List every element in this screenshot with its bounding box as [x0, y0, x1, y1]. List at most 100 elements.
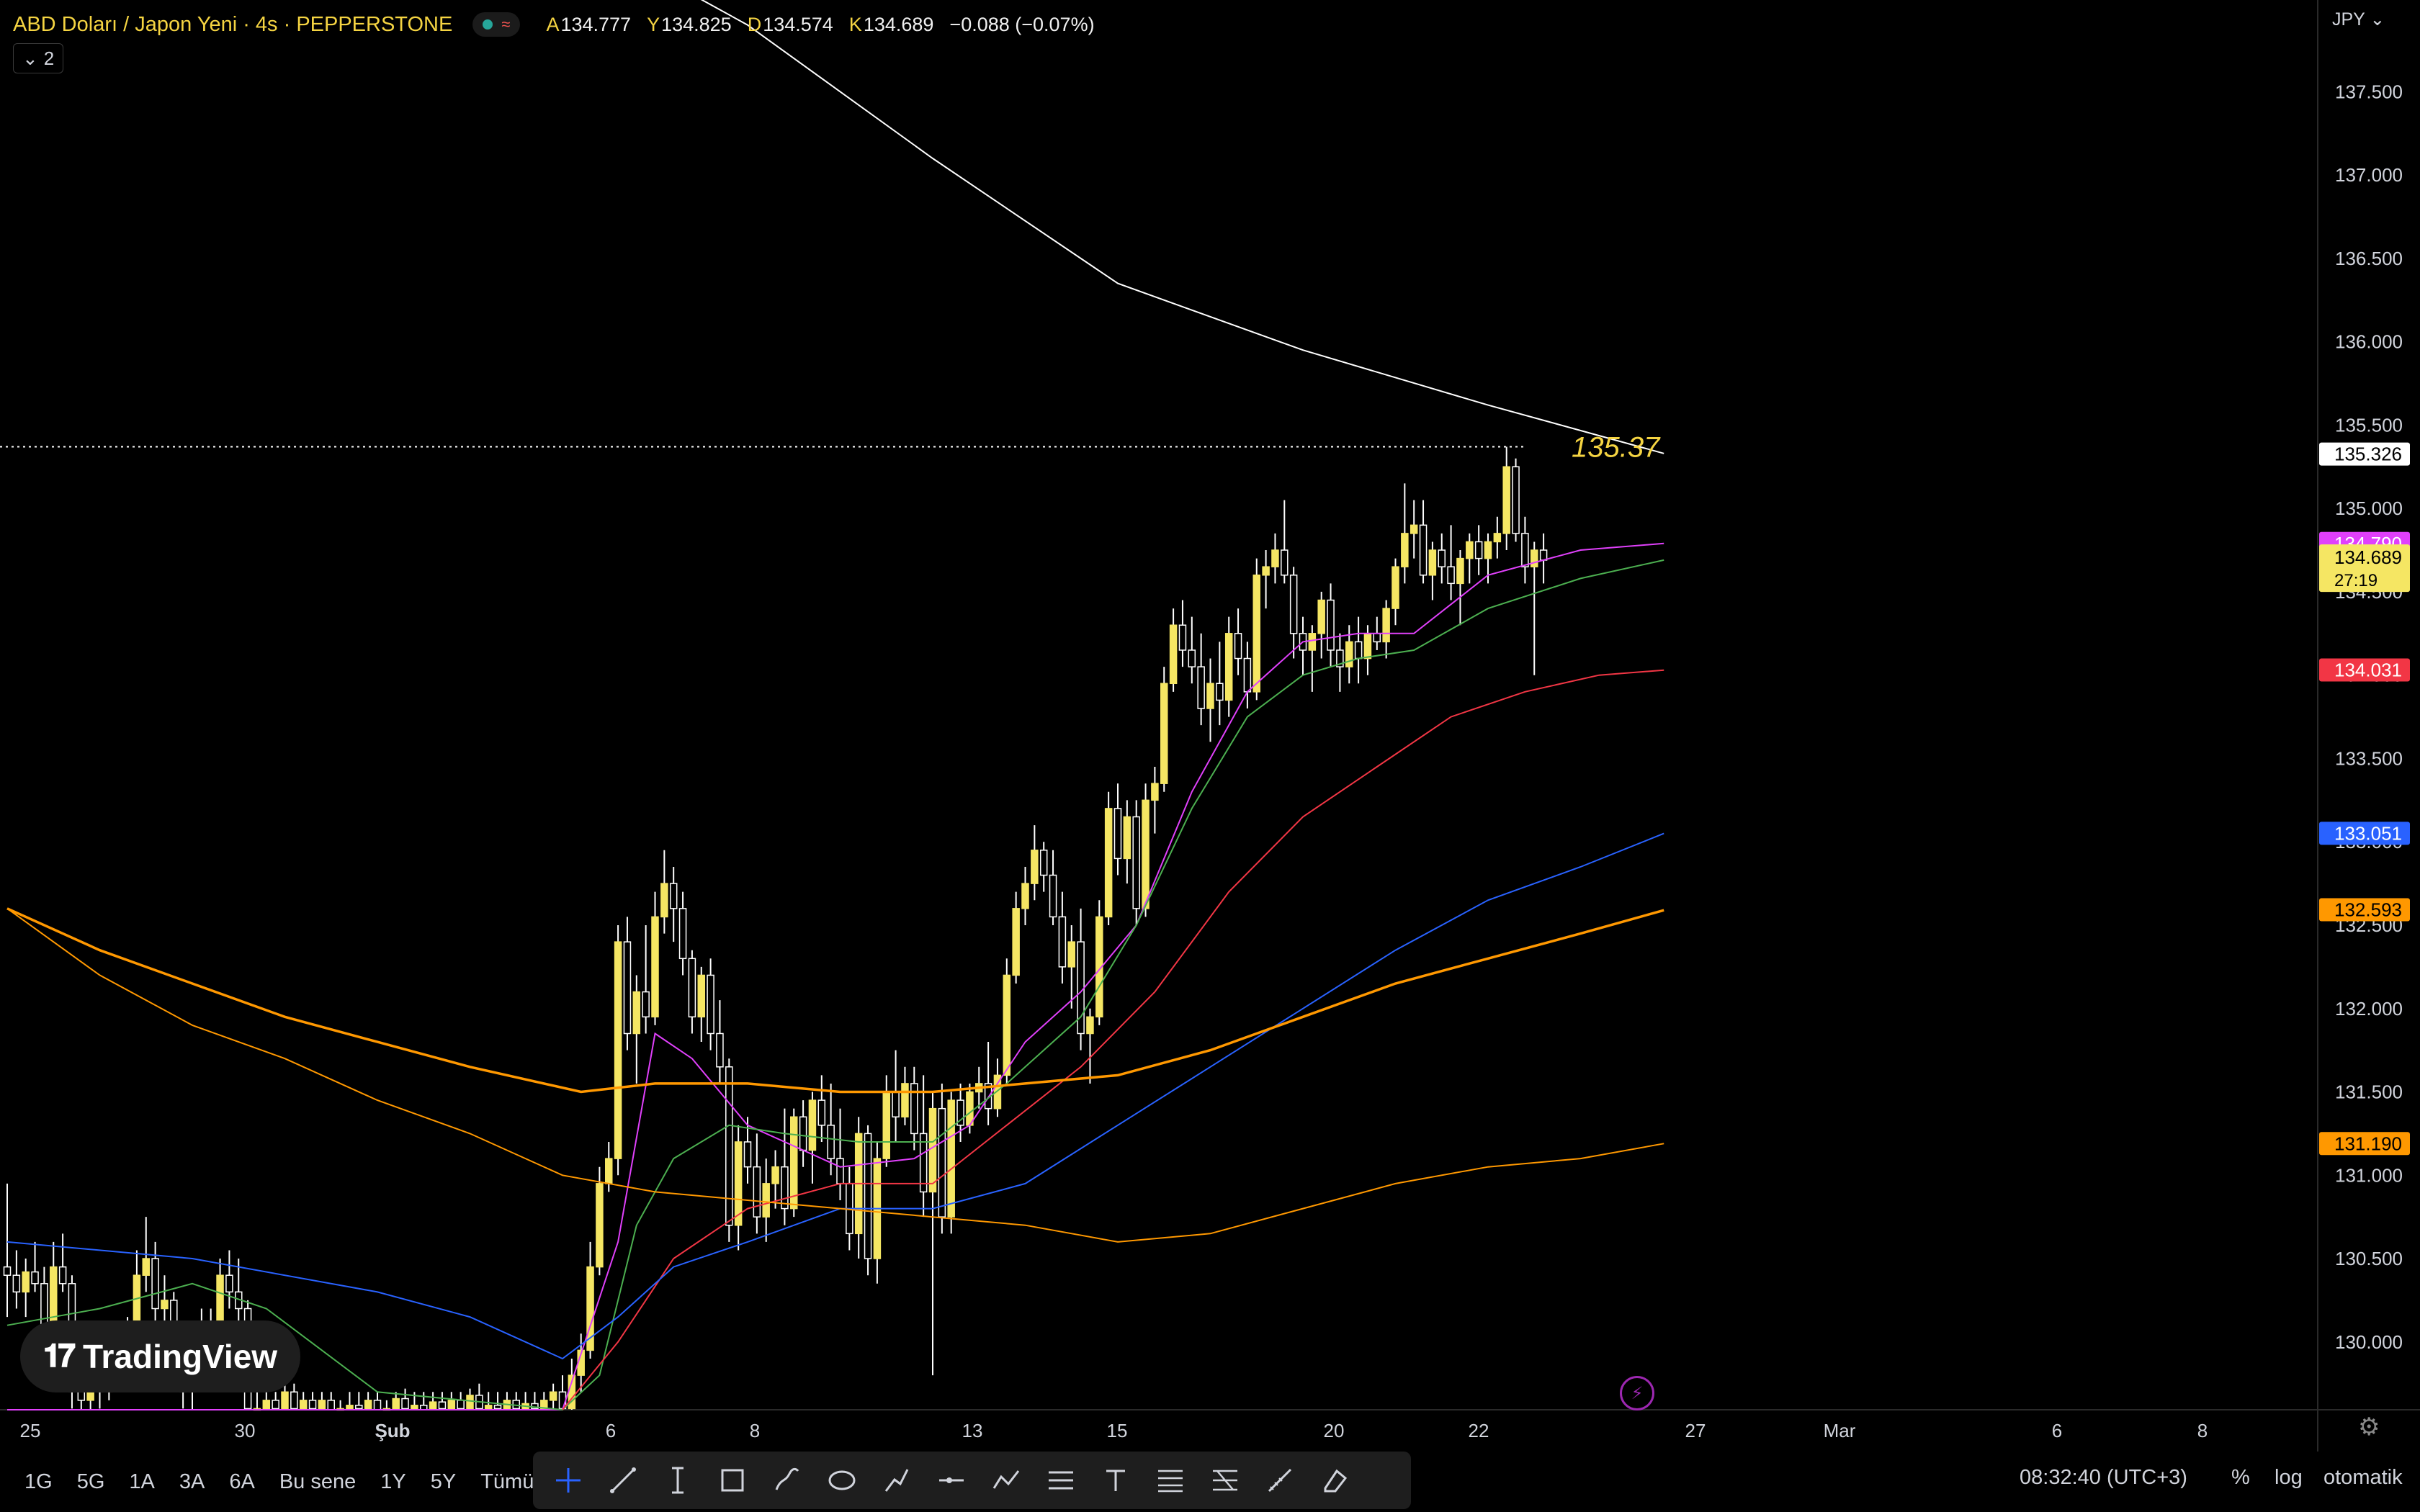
range-button-tümü[interactable]: Tümü	[480, 1470, 534, 1494]
price-tick-label: 135.000	[2335, 498, 2403, 519]
candle-body	[1113, 808, 1122, 860]
indicators-toggle[interactable]: ⌄ 2	[13, 43, 64, 73]
candle-body	[1104, 808, 1113, 918]
bolt-icon[interactable]: ⚡	[1620, 1376, 1654, 1410]
candle-body	[771, 1166, 779, 1184]
candle-body	[1345, 641, 1353, 667]
candle-body	[1531, 549, 1538, 567]
brush-icon[interactable]	[762, 1459, 812, 1502]
polyline-icon[interactable]	[981, 1459, 1031, 1502]
time-tick-label: 8	[2197, 1420, 2208, 1441]
candle-body	[1289, 575, 1298, 634]
range-button-5g[interactable]: 5G	[77, 1470, 105, 1494]
candle-body	[142, 1258, 150, 1276]
percent-toggle[interactable]: %	[2231, 1466, 2250, 1490]
candle-body	[1271, 549, 1279, 567]
range-button-6a[interactable]: 6A	[229, 1470, 254, 1494]
candle-body	[12, 1274, 21, 1293]
range-button-1a[interactable]: 1A	[129, 1470, 154, 1494]
candle-body	[1262, 566, 1270, 576]
auto-scale-toggle[interactable]: otomatik	[2323, 1466, 2403, 1490]
time-tick-label: 15	[1107, 1420, 1128, 1441]
crosshair-icon[interactable]	[543, 1459, 593, 1502]
candle-body	[401, 1398, 409, 1410]
clock[interactable]: 08:32:40 (UTC+3)	[2020, 1466, 2187, 1490]
candle-body	[225, 1274, 233, 1293]
candle-body	[678, 908, 687, 960]
candle-body	[1021, 883, 1029, 909]
price-chart[interactable]: 130.000 130.500 131.000 131.500 132.000 132.5…	[0, 0, 2420, 1512]
time-tick-label: 8	[750, 1420, 760, 1441]
candle-body	[1012, 908, 1020, 976]
range-button-1g[interactable]: 1G	[24, 1470, 53, 1494]
price-axis-badge-label: 133.051	[2334, 822, 2402, 844]
current-price-label: 134.689	[2334, 546, 2402, 568]
price-tick-label: 132.000	[2335, 998, 2403, 1020]
candle-body	[836, 1158, 844, 1184]
trend-line-icon[interactable]	[598, 1459, 648, 1502]
vertical-line-icon[interactable]	[653, 1459, 703, 1502]
horizontal-ray-icon[interactable]	[926, 1459, 977, 1502]
candle-body	[1160, 683, 1168, 784]
ruler-icon[interactable]	[1255, 1459, 1305, 1502]
candle-body	[1234, 633, 1242, 660]
candle-body	[901, 1083, 909, 1117]
text-icon[interactable]	[1090, 1459, 1141, 1502]
ellipse-icon[interactable]	[817, 1459, 867, 1502]
price-tick-label: 131.000	[2335, 1164, 2403, 1186]
chevron-down-icon: ⌄	[22, 47, 38, 69]
candle-body	[1049, 874, 1057, 918]
range-button-bu-sene[interactable]: Bu sene	[279, 1470, 356, 1494]
parallel-channel-icon[interactable]	[1036, 1459, 1086, 1502]
candle-body	[1142, 799, 1150, 909]
moving-average-line	[6, 907, 1664, 1094]
rectangle-icon[interactable]	[707, 1459, 758, 1502]
candle-body	[605, 1158, 613, 1184]
gear-icon[interactable]: ⚙	[2358, 1413, 2380, 1441]
candle-body	[1151, 783, 1159, 801]
candle-body	[1003, 974, 1011, 1076]
fib-extension-icon[interactable]	[1200, 1459, 1250, 1502]
candle-body	[1178, 624, 1187, 651]
range-button-1y[interactable]: 1Y	[380, 1470, 405, 1494]
candle-body	[58, 1266, 67, 1284]
market-status[interactable]: ≈	[472, 12, 521, 37]
path-icon[interactable]	[871, 1459, 922, 1502]
symbol-title[interactable]: ABD Doları / Japon Yeni · 4s · PEPPERSTO…	[13, 13, 452, 37]
candle-body	[1308, 633, 1317, 651]
candle-body	[1447, 566, 1455, 585]
eraser-icon[interactable]	[1309, 1459, 1360, 1502]
candle-body	[928, 1107, 937, 1193]
candle-body	[1317, 599, 1325, 634]
candle-body	[411, 1405, 418, 1410]
candle-body	[151, 1258, 159, 1310]
price-tick-label: 131.500	[2335, 1081, 2403, 1103]
candle-body	[1243, 657, 1252, 693]
candle-body	[660, 883, 668, 918]
time-tick-label: Şub	[375, 1420, 410, 1441]
candle-body	[1039, 850, 1048, 876]
symbol-header: ABD Doları / Japon Yeni · 4s · PEPPERSTO…	[13, 10, 1095, 39]
candle-body	[1031, 850, 1039, 884]
log-toggle[interactable]: log	[2275, 1466, 2303, 1490]
logo-text: TradingView	[82, 1338, 278, 1375]
price-axis-badge-label: 131.190	[2334, 1133, 2402, 1154]
time-tick-label: 22	[1469, 1420, 1489, 1441]
candle-body	[299, 1400, 308, 1410]
candle-body	[1438, 549, 1446, 567]
price-tick-label: 133.500	[2335, 747, 2403, 769]
candle-body	[707, 974, 714, 1035]
candle-body	[77, 1391, 86, 1401]
candle-body	[1410, 524, 1418, 534]
candle-body	[1354, 641, 1363, 660]
candle-body	[373, 1400, 382, 1410]
range-button-5y[interactable]: 5Y	[431, 1470, 456, 1494]
candle-body	[318, 1400, 326, 1410]
fib-retracement-icon[interactable]	[1145, 1459, 1196, 1502]
time-tick-label: 13	[962, 1420, 983, 1441]
candle-body	[864, 1133, 872, 1259]
candle-body	[1484, 541, 1492, 559]
range-button-3a[interactable]: 3A	[179, 1470, 205, 1494]
currency-selector[interactable]: JPY ⌄	[2332, 9, 2385, 30]
candle-body	[1428, 549, 1437, 576]
